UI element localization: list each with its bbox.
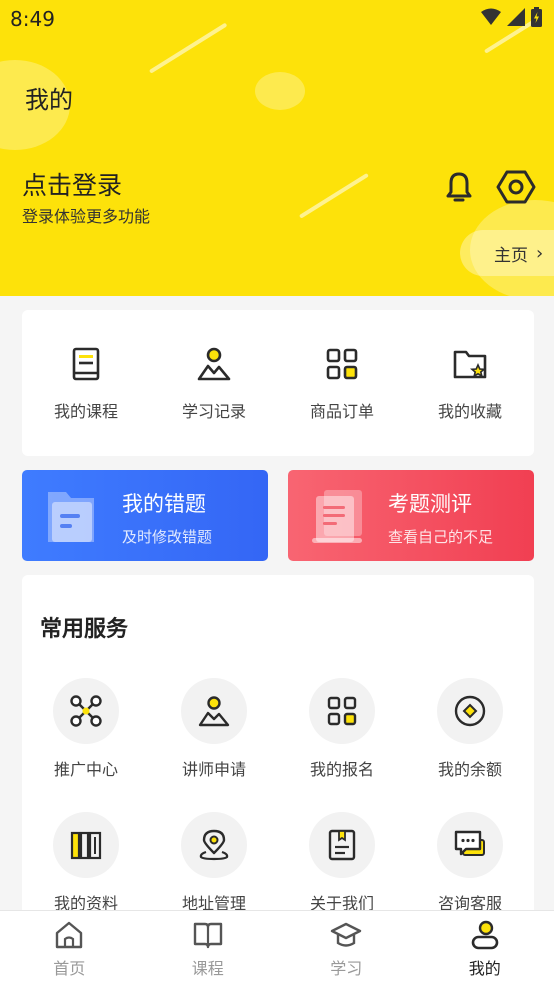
quick-link-favorites[interactable]: 我的收藏 <box>406 310 534 456</box>
service-my-balance[interactable]: 我的余额 <box>406 678 534 812</box>
chat-icon <box>454 830 485 856</box>
my-mistakes-card[interactable]: 我的错题 及时修改错题 <box>22 470 268 561</box>
papers-icon <box>312 490 362 543</box>
promo-subtitle: 及时修改错题 <box>122 528 213 546</box>
location-pin-icon <box>199 829 229 861</box>
status-icons <box>481 7 542 27</box>
settings-button[interactable] <box>496 168 536 206</box>
services-grid: 推广中心 讲师申请 我的报名 我的余额 我的资料 地址管理 关于我们 咨询客服 <box>22 678 534 946</box>
home-page-button[interactable]: 主页 › <box>460 230 554 276</box>
status-time: 8:49 <box>10 7 55 31</box>
decor-streak <box>298 172 369 219</box>
service-icon-circle <box>53 812 119 878</box>
service-label: 推广中心 <box>53 760 118 779</box>
quick-link-label: 我的收藏 <box>437 402 502 421</box>
tab-mine[interactable]: 我的 <box>416 911 554 984</box>
service-lecturer-application[interactable]: 讲师申请 <box>150 678 278 812</box>
service-icon-circle <box>437 678 503 744</box>
exam-assessment-card[interactable]: 考题测评 查看自己的不足 <box>288 470 534 561</box>
battery-icon <box>531 7 542 27</box>
profile-icon <box>471 920 499 950</box>
tab-label: 我的 <box>468 959 501 978</box>
quick-link-label: 学习记录 <box>181 402 246 421</box>
login-subtitle: 登录体验更多功能 <box>22 207 151 226</box>
quick-link-label: 商品订单 <box>309 402 374 421</box>
home-page-label: 主页 <box>494 245 528 266</box>
services-row: 推广中心 讲师申请 我的报名 我的余额 <box>22 678 534 812</box>
section-title: 常用服务 <box>40 617 129 642</box>
page-title: 我的 <box>25 86 73 114</box>
login-link[interactable]: 点击登录 <box>22 166 122 202</box>
user-landscape-icon <box>197 347 231 381</box>
quick-link-my-courses[interactable]: 我的课程 <box>22 310 150 456</box>
user-landscape-icon <box>198 696 230 727</box>
service-label: 讲师申请 <box>181 760 246 779</box>
document-icon <box>328 829 356 861</box>
promo-title: 我的错题 <box>122 492 206 516</box>
profile-header: 8:49 我的 点击登录 登录体验更多功能 主页 › <box>0 0 554 296</box>
library-icon <box>70 831 102 860</box>
service-icon-circle <box>309 812 375 878</box>
decor-streak <box>148 22 228 74</box>
service-icon-circle <box>181 812 247 878</box>
tab-courses[interactable]: 课程 <box>139 911 278 984</box>
decor-bubble <box>255 72 305 110</box>
tab-label: 学习 <box>330 959 363 978</box>
service-promotion-center[interactable]: 推广中心 <box>22 678 150 812</box>
notification-button[interactable] <box>440 168 478 206</box>
tab-label: 课程 <box>191 959 224 978</box>
book-icon <box>72 347 100 381</box>
quick-links-card: 我的课程 学习记录 商品订单 我的收藏 <box>22 310 534 456</box>
grid-icon <box>327 696 357 726</box>
service-icon-circle <box>437 812 503 878</box>
service-icon-circle <box>309 678 375 744</box>
tab-study[interactable]: 学习 <box>277 911 416 984</box>
service-label: 我的报名 <box>309 760 374 779</box>
tab-label: 首页 <box>53 959 86 978</box>
chevron-right-icon: › <box>536 242 544 264</box>
bell-icon <box>446 172 472 202</box>
coin-icon <box>454 695 486 727</box>
graduation-cap-icon <box>331 922 362 947</box>
grid-icon <box>326 348 358 380</box>
promo-title: 考题测评 <box>388 492 472 516</box>
tab-home[interactable]: 首页 <box>0 911 139 984</box>
home-icon <box>56 921 83 949</box>
promo-subtitle: 查看自己的不足 <box>388 528 494 546</box>
quick-link-label: 我的课程 <box>53 402 118 421</box>
quick-link-orders[interactable]: 商品订单 <box>278 310 406 456</box>
wifi-icon <box>481 8 501 25</box>
gear-icon <box>496 170 536 204</box>
folder-document-icon <box>48 492 94 542</box>
open-book-icon <box>193 922 222 949</box>
common-services-card: 常用服务 推广中心 讲师申请 我的报名 我的余额 我的资料 地址管理 关于我们 … <box>22 575 534 920</box>
bottom-tab-bar: 首页 课程 学习 我的 <box>0 910 554 984</box>
signal-icon <box>507 8 525 26</box>
service-my-registration[interactable]: 我的报名 <box>278 678 406 812</box>
service-icon-circle <box>53 678 119 744</box>
service-icon-circle <box>181 678 247 744</box>
folder-star-icon <box>453 350 487 379</box>
quick-link-study-record[interactable]: 学习记录 <box>150 310 278 456</box>
share-nodes-icon <box>70 695 102 727</box>
service-label: 我的余额 <box>437 760 502 779</box>
